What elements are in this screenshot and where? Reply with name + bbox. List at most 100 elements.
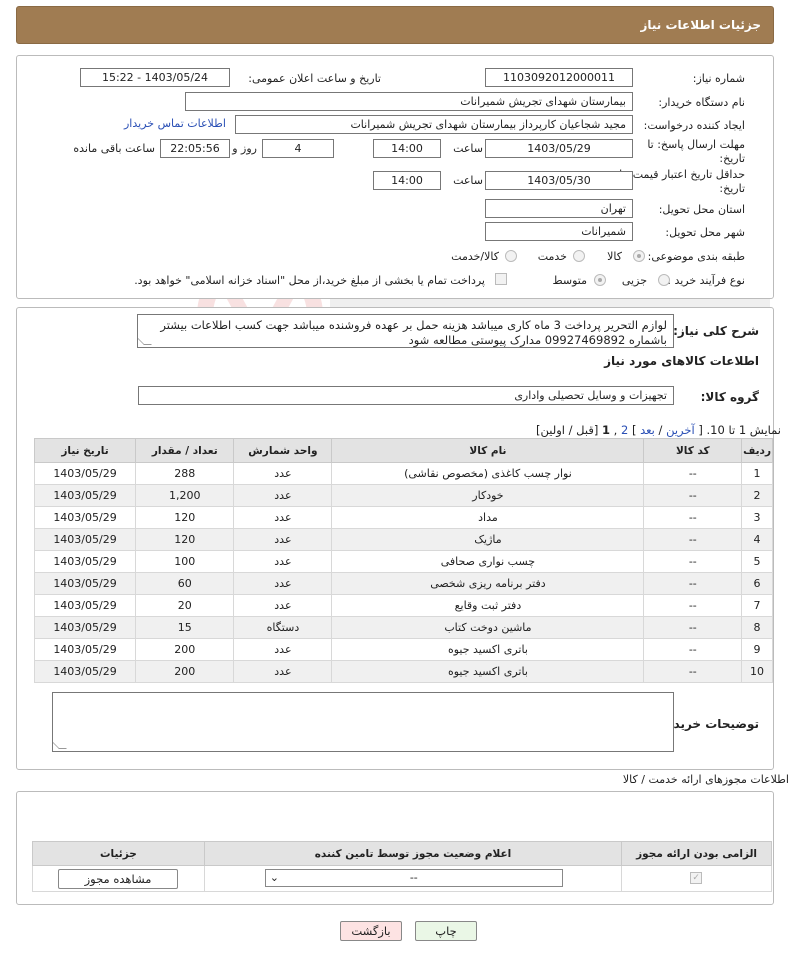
- item-code: --: [643, 550, 743, 573]
- process-label: نوع فرآیند خرید :: [667, 274, 745, 287]
- item-unit: دستگاه: [233, 616, 333, 639]
- validity-time-field: 14:00: [373, 171, 441, 190]
- table-row: 10 -- باتری اکسید جیوه عدد 200 1403/05/29: [33, 660, 773, 683]
- row-number: 9: [741, 638, 773, 661]
- item-date: 1403/05/29: [33, 616, 137, 639]
- process-option-minor: جزیی: [621, 274, 647, 287]
- item-unit: عدد: [233, 506, 333, 529]
- item-date: 1403/05/29: [33, 660, 137, 683]
- goods-section-title: اطلاعات کالاهای مورد نیاز: [604, 354, 759, 368]
- payment-treasury-checkbox[interactable]: [495, 273, 507, 285]
- deadline-date-field: 1403/05/29: [485, 139, 633, 158]
- category-radio-goods-service[interactable]: [505, 250, 517, 262]
- print-button[interactable]: چاپ: [415, 921, 477, 941]
- item-date: 1403/05/29: [33, 572, 137, 595]
- buyer-org-field: بیمارستان شهدای تجریش شمیرانات: [185, 92, 633, 111]
- pager-comma: ,: [613, 423, 618, 437]
- process-option-medium: متوسط: [552, 274, 587, 287]
- item-code: --: [643, 528, 743, 551]
- row-number: 5: [741, 550, 773, 573]
- col-permit-status: اعلام وضعیت مجوز توسط تامین کننده: [203, 841, 623, 866]
- item-qty: 120: [135, 506, 235, 529]
- creator-label: ایجاد کننده درخواست:: [643, 119, 745, 132]
- days-label: روز و: [232, 142, 257, 155]
- item-code: --: [643, 594, 743, 617]
- permits-section-title: اطلاعات مجوزهای ارائه خدمت / کالا: [622, 773, 789, 786]
- item-date: 1403/05/29: [33, 484, 137, 507]
- table-row: 7 -- دفتر ثبت وقایع عدد 20 1403/05/29: [33, 594, 773, 617]
- item-name: نوار چسب کاغذی (مخصوص نقاشی): [331, 462, 645, 485]
- deadline-time-field: 14:00: [373, 139, 441, 158]
- item-unit: عدد: [233, 550, 333, 573]
- pager-close-bracket: ]: [631, 423, 637, 437]
- remaining-time-field: 22:05:56: [160, 139, 230, 158]
- process-radio-minor[interactable]: [658, 274, 670, 286]
- item-qty: 20: [135, 594, 235, 617]
- row-number: 8: [741, 616, 773, 639]
- item-qty: 60: [135, 572, 235, 595]
- city-label: شهر محل تحویل:: [665, 226, 745, 239]
- item-name: باتری اکسید جیوه: [331, 638, 645, 661]
- process-radio-medium[interactable]: [594, 274, 606, 286]
- permit-required-checkbox: ✓: [690, 872, 703, 884]
- item-unit: عدد: [233, 660, 333, 683]
- col-name: نام کالا: [331, 438, 645, 463]
- row-number: 10: [741, 660, 773, 683]
- item-code: --: [643, 572, 743, 595]
- buyer-org-label: نام دستگاه خریدار:: [658, 96, 745, 109]
- pager-separator: /: [658, 423, 663, 437]
- category-option-goods: کالا: [607, 250, 622, 263]
- item-code: --: [643, 462, 743, 485]
- item-name: خودکار: [331, 484, 645, 507]
- days-remaining-field: 4: [262, 139, 334, 158]
- row-number: 4: [741, 528, 773, 551]
- view-permit-button[interactable]: مشاهده مجوز: [58, 869, 178, 889]
- item-qty: 120: [135, 528, 235, 551]
- deadline-label-date: تاریخ:: [719, 152, 745, 165]
- col-code: کد کالا: [643, 438, 743, 463]
- table-row: 2 -- خودکار عدد 1,200 1403/05/29: [33, 484, 773, 507]
- category-radio-goods[interactable]: [633, 250, 645, 262]
- description-content: لوازم التحریر پرداخت 3 ماه کاری میباشد ه…: [160, 318, 667, 347]
- resize-handle-icon[interactable]: [53, 741, 67, 749]
- item-qty: 100: [135, 550, 235, 573]
- province-field: تهران: [485, 199, 633, 218]
- item-code: --: [643, 484, 743, 507]
- item-unit: عدد: [233, 528, 333, 551]
- contact-info-link[interactable]: اطلاعات تماس خریدار: [124, 117, 226, 130]
- province-label: استان محل تحویل:: [658, 203, 745, 216]
- chevron-down-icon: ⌄: [269, 871, 280, 884]
- need-number-field: 1103092012000011: [485, 68, 633, 87]
- pager-page-2[interactable]: 2: [621, 423, 628, 437]
- item-date: 1403/05/29: [33, 528, 137, 551]
- deadline-label: مهلت ارسال پاسخ: تا: [647, 138, 745, 151]
- row-number: 7: [741, 594, 773, 617]
- pager-last-link[interactable]: آخرین: [666, 423, 695, 437]
- pager-page-1: 1: [601, 423, 610, 437]
- goods-table-body: 1 -- نوار چسب کاغذی (مخصوص نقاشی) عدد 288 140…: [33, 462, 773, 683]
- pager-next-link[interactable]: بعد: [640, 423, 655, 437]
- item-name: باتری اکسید جیوه: [331, 660, 645, 683]
- need-number-label: شماره نیاز:: [692, 72, 745, 85]
- item-date: 1403/05/29: [33, 506, 137, 529]
- back-button[interactable]: بازگشت: [340, 921, 402, 941]
- table-row: 4 -- ماژیک عدد 120 1403/05/29: [33, 528, 773, 551]
- col-unit: واحد شمارش: [233, 438, 333, 463]
- item-qty: 1,200: [135, 484, 235, 507]
- permit-status-cell: -- ⌄: [203, 865, 623, 892]
- item-name: ماژیک: [331, 528, 645, 551]
- permit-status-select[interactable]: -- ⌄: [264, 869, 563, 887]
- resize-handle-icon[interactable]: [138, 337, 152, 345]
- city-field: شمیرانات: [485, 222, 633, 241]
- item-unit: عدد: [233, 572, 333, 595]
- item-qty: 200: [135, 638, 235, 661]
- category-radio-service[interactable]: [573, 250, 585, 262]
- description-label: شرح کلی نیاز:: [673, 324, 759, 338]
- item-code: --: [643, 616, 743, 639]
- validity-date-field: 1403/05/30: [485, 171, 633, 190]
- permit-details-cell: مشاهده مجوز: [32, 865, 205, 892]
- item-code: --: [643, 638, 743, 661]
- item-date: 1403/05/29: [33, 594, 137, 617]
- col-qty: تعداد / مقدار: [135, 438, 235, 463]
- item-qty: 200: [135, 660, 235, 683]
